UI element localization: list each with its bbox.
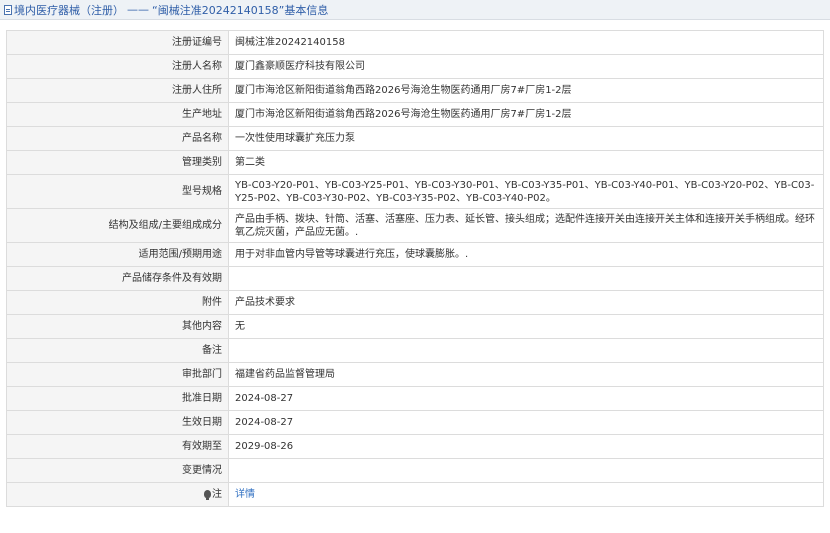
page-title: “闽械注准20242140158”基本信息: [152, 3, 329, 17]
row-value-other: 无: [228, 314, 824, 339]
row-label-registrant-name: 注册人名称: [6, 54, 229, 79]
row-label-production-address: 生产地址: [6, 102, 229, 127]
row-label-other: 其他内容: [6, 314, 229, 339]
info-table: 注册证编号 闽械注准20242140158 注册人名称 厦门鑫豪顺医疗科技有限公…: [6, 30, 824, 507]
row-label-changes: 变更情况: [6, 458, 229, 483]
row-value-changes: [228, 458, 824, 483]
note-label: 注: [212, 489, 222, 500]
lightbulb-icon: [204, 490, 211, 500]
row-value-registrant-name: 厦门鑫豪顺医疗科技有限公司: [228, 54, 824, 79]
table-row: 生效日期 2024-08-27: [6, 410, 824, 435]
table-row: 产品储存条件及有效期: [6, 266, 824, 291]
row-label-structure: 结构及组成/主要组成成分: [6, 208, 229, 243]
table-row: 适用范围/预期用途 用于对非血管内导管等球囊进行充压，使球囊膨胀。.: [6, 242, 824, 267]
row-value-valid-until: 2029-08-26: [228, 434, 824, 459]
row-label-management-class: 管理类别: [6, 150, 229, 175]
row-value-storage: [228, 266, 824, 291]
table-row: 型号规格 YB-C03-Y20-P01、YB-C03-Y25-P01、YB-C0…: [6, 174, 824, 209]
row-label-remarks: 备注: [6, 338, 229, 363]
row-value-approval-dept: 福建省药品监督管理局: [228, 362, 824, 387]
details-link[interactable]: 详情: [235, 489, 255, 500]
row-label-approval-date: 批准日期: [6, 386, 229, 411]
table-row: 产品名称 一次性使用球囊扩充压力泵: [6, 126, 824, 151]
breadcrumb-bar: 境内医疗器械（注册） —— “闽械注准20242140158”基本信息: [0, 0, 830, 20]
row-value-structure: 产品由手柄、拨块、针筒、活塞、活塞座、压力表、延长管、接头组成；选配件连接开关由…: [228, 208, 824, 243]
row-value-note: 详情: [228, 482, 824, 507]
row-value-registration-no: 闽械注准20242140158: [228, 30, 824, 55]
row-label-effective-date: 生效日期: [6, 410, 229, 435]
row-label-registrant-address: 注册人住所: [6, 78, 229, 103]
table-row: 附件 产品技术要求: [6, 290, 824, 315]
document-icon: [4, 4, 12, 15]
breadcrumb-section-link[interactable]: 境内医疗器械（注册）: [14, 2, 124, 18]
table-row: 注册证编号 闽械注准20242140158: [6, 30, 824, 55]
row-label-storage: 产品储存条件及有效期: [6, 266, 229, 291]
table-row: 有效期至 2029-08-26: [6, 434, 824, 459]
table-row: 结构及组成/主要组成成分 产品由手柄、拨块、针筒、活塞、活塞座、压力表、延长管、…: [6, 208, 824, 243]
row-value-production-address: 厦门市海沧区新阳街道翁角西路2026号海沧生物医药通用厂房7#厂房1-2层: [228, 102, 824, 127]
table-row: 审批部门 福建省药品监督管理局: [6, 362, 824, 387]
row-label-model-spec: 型号规格: [6, 174, 229, 209]
table-row: 批准日期 2024-08-27: [6, 386, 824, 411]
table-row: 生产地址 厦门市海沧区新阳街道翁角西路2026号海沧生物医药通用厂房7#厂房1-…: [6, 102, 824, 127]
row-label-valid-until: 有效期至: [6, 434, 229, 459]
row-value-remarks: [228, 338, 824, 363]
row-label-registration-no: 注册证编号: [6, 30, 229, 55]
row-value-attachment: 产品技术要求: [228, 290, 824, 315]
row-label-attachment: 附件: [6, 290, 229, 315]
table-row: 注 详情: [6, 482, 824, 507]
table-row: 备注: [6, 338, 824, 363]
row-value-product-name: 一次性使用球囊扩充压力泵: [228, 126, 824, 151]
table-row: 注册人名称 厦门鑫豪顺医疗科技有限公司: [6, 54, 824, 79]
table-row: 变更情况: [6, 458, 824, 483]
row-label-intended-use: 适用范围/预期用途: [6, 242, 229, 267]
row-label-approval-dept: 审批部门: [6, 362, 229, 387]
table-row: 其他内容 无: [6, 314, 824, 339]
row-value-intended-use: 用于对非血管内导管等球囊进行充压，使球囊膨胀。.: [228, 242, 824, 267]
table-row: 管理类别 第二类: [6, 150, 824, 175]
breadcrumb-separator: ——: [127, 3, 149, 16]
row-value-model-spec: YB-C03-Y20-P01、YB-C03-Y25-P01、YB-C03-Y30…: [228, 174, 824, 209]
row-value-effective-date: 2024-08-27: [228, 410, 824, 435]
row-label-note: 注: [6, 482, 229, 507]
table-row: 注册人住所 厦门市海沧区新阳街道翁角西路2026号海沧生物医药通用厂房7#厂房1…: [6, 78, 824, 103]
row-value-management-class: 第二类: [228, 150, 824, 175]
row-label-product-name: 产品名称: [6, 126, 229, 151]
row-value-registrant-address: 厦门市海沧区新阳街道翁角西路2026号海沧生物医药通用厂房7#厂房1-2层: [228, 78, 824, 103]
row-value-approval-date: 2024-08-27: [228, 386, 824, 411]
